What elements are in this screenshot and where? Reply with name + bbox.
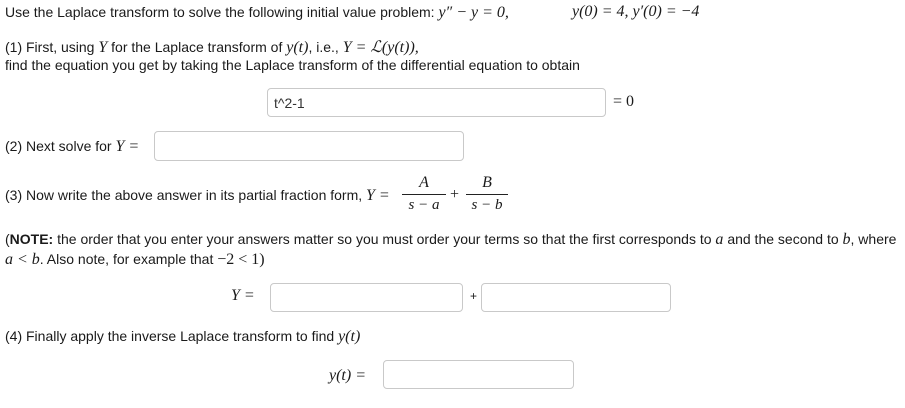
equals-zero: = 0 xyxy=(613,93,635,110)
laplace-equation-input[interactable] xyxy=(267,88,606,117)
step3-text: (3) Now write the above answer in its pa… xyxy=(5,187,363,203)
step1-text-a: (1) First, using xyxy=(5,39,95,55)
inverse-laplace-input[interactable] xyxy=(383,360,574,389)
step3-line: (3) Now write the above answer in its pa… xyxy=(5,187,390,205)
answer-plus: + xyxy=(470,289,478,303)
note-line2: a < b. Also note, for example that −2 < … xyxy=(5,251,265,269)
note-where-text: , where xyxy=(850,231,897,247)
step4-yt: y(t) xyxy=(338,328,361,345)
note-and-text: and the second to xyxy=(727,231,839,247)
step2-line: (2) Next solve for Y = xyxy=(5,138,139,156)
answer-y-eq: Y = xyxy=(231,287,255,304)
note-var-b: b xyxy=(842,231,851,248)
step4-line: (4) Finally apply the inverse Laplace tr… xyxy=(5,328,360,346)
problem-statement: Use the Laplace transform to solve the f… xyxy=(5,4,509,22)
step4-text: (4) Finally apply the inverse Laplace tr… xyxy=(5,328,335,344)
partial-fraction-b-input[interactable] xyxy=(481,283,671,312)
fraction-b-numerator: B xyxy=(482,174,492,191)
step1-text-c: , i.e., xyxy=(308,39,339,55)
initial-conditions: y(0) = 4, y′(0) = −4 xyxy=(572,3,700,20)
fraction-b-denominator: s − b xyxy=(471,197,503,213)
step2-eq: Y = xyxy=(115,138,140,155)
note-bold: NOTE: xyxy=(9,231,54,247)
step1-line1: (1) First, using Y for the Laplace trans… xyxy=(5,37,419,57)
yt-eq: y(t) = xyxy=(329,367,366,384)
fraction-a-numerator: A xyxy=(419,174,429,191)
fraction-plus: + xyxy=(450,186,460,203)
note-line1: (NOTE: the order that you enter your ans… xyxy=(5,231,896,249)
fraction-a: A s − a xyxy=(402,174,446,214)
step1-text-b: for the Laplace transform of xyxy=(111,39,283,55)
fraction-a-denominator: s − a xyxy=(408,197,440,213)
partial-fraction-a-input[interactable] xyxy=(270,283,463,312)
note-var-a: a xyxy=(715,231,724,248)
problem-intro: Use the Laplace transform to solve the f… xyxy=(5,4,435,20)
note-condition: a < b xyxy=(5,251,40,268)
fraction-a-bar xyxy=(402,194,446,195)
fraction-b-bar xyxy=(466,194,508,195)
note-text1: the order that you enter your answers ma… xyxy=(57,231,712,247)
step1-eq: Y = ℒ(y(t)), xyxy=(342,39,419,56)
fraction-b: B s − b xyxy=(466,174,508,214)
note-text2: . Also note, for example that xyxy=(39,251,214,267)
solve-y-input[interactable] xyxy=(154,131,464,161)
step2-text: (2) Next solve for xyxy=(5,138,112,154)
step1-line2: find the equation you get by taking the … xyxy=(5,57,580,73)
step3-eq: Y = xyxy=(366,187,390,204)
step1-yt: y(t) xyxy=(286,39,309,56)
step1-var-y: Y xyxy=(98,39,108,56)
note-example: −2 < 1) xyxy=(217,251,265,268)
problem-equation: y″ − y = 0, xyxy=(438,4,509,21)
